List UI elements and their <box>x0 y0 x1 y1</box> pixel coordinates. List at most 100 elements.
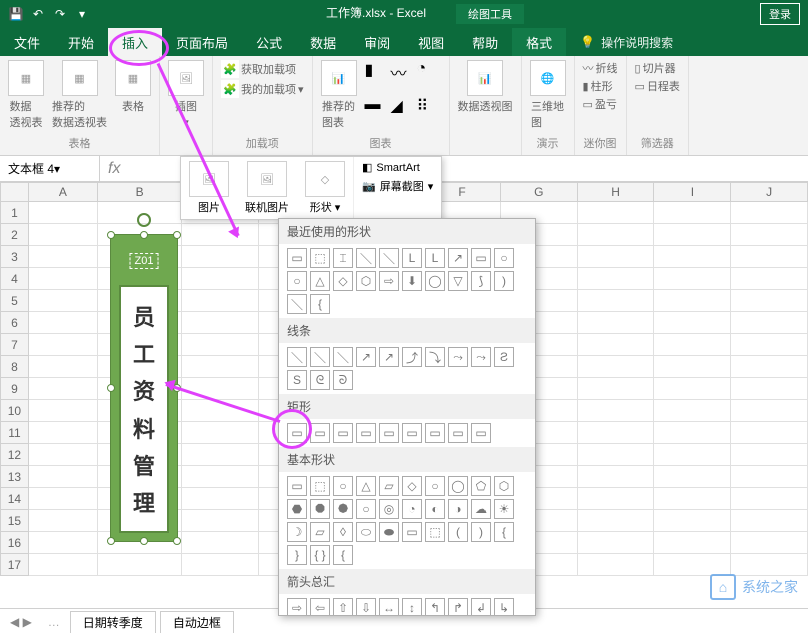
shape-item[interactable]: ▱ <box>310 522 330 542</box>
shape-item[interactable]: ▭ <box>402 423 422 443</box>
resize-handle[interactable] <box>173 537 181 545</box>
shape-item[interactable]: ⇨ <box>287 598 307 616</box>
shape-item[interactable]: ⤴ <box>402 347 422 367</box>
cell[interactable] <box>29 466 98 488</box>
shape-item[interactable]: ↔ <box>379 598 399 616</box>
cell[interactable] <box>29 246 98 268</box>
shape-item[interactable]: ⇧ <box>333 598 353 616</box>
chart-column-icon[interactable]: ▮ <box>365 60 387 78</box>
cell[interactable] <box>654 246 731 268</box>
cell[interactable] <box>731 400 808 422</box>
column-header[interactable]: G <box>501 182 578 202</box>
shape-item[interactable]: ⬇ <box>402 271 422 291</box>
cell[interactable] <box>731 532 808 554</box>
resize-handle[interactable] <box>107 537 115 545</box>
column-header[interactable]: I <box>654 182 731 202</box>
recommended-charts-button[interactable]: 📊推荐的 图表 <box>321 60 357 130</box>
shape-item[interactable]: ◇ <box>333 271 353 291</box>
cell[interactable] <box>29 488 98 510</box>
chart-pie-icon[interactable]: ◔ <box>417 60 439 78</box>
shape-item[interactable]: { <box>333 545 353 565</box>
cell[interactable] <box>29 510 98 532</box>
my-addins-button[interactable]: 🧩我的加载项 ▾ <box>221 80 304 98</box>
shape-item[interactable]: ○ <box>356 499 376 519</box>
recommended-pivot-button[interactable]: ▦推荐的 数据透视表 <box>52 60 107 130</box>
shape-item[interactable]: ⬡ <box>494 476 514 496</box>
shape-item[interactable]: ⟆ <box>471 271 491 291</box>
shapes-button[interactable]: ◇形状 ▾ <box>297 157 353 219</box>
row-header[interactable]: 14 <box>0 488 29 510</box>
cell[interactable] <box>29 202 98 224</box>
shape-item[interactable]: ⇨ <box>379 271 399 291</box>
shape-item[interactable]: ▭ <box>287 476 307 496</box>
cell[interactable] <box>578 422 655 444</box>
login-button[interactable]: 登录 <box>760 3 800 25</box>
tab-home[interactable]: 开始 <box>54 28 108 56</box>
tab-review[interactable]: 审阅 <box>350 28 404 56</box>
cell[interactable] <box>182 422 259 444</box>
row-header[interactable]: 2 <box>0 224 29 246</box>
shape-item[interactable]: ◊ <box>333 522 353 542</box>
tab-help[interactable]: 帮助 <box>458 28 512 56</box>
shape-item[interactable]: ▭ <box>402 522 422 542</box>
row-header[interactable]: 13 <box>0 466 29 488</box>
textbox-shape[interactable]: Z01 员工资 料管理 <box>110 234 178 542</box>
shape-item[interactable]: { <box>494 522 514 542</box>
cell[interactable] <box>578 532 655 554</box>
cell[interactable] <box>182 510 259 532</box>
cell[interactable] <box>731 356 808 378</box>
shape-item[interactable]: ⬠ <box>471 476 491 496</box>
cell[interactable] <box>731 466 808 488</box>
cell[interactable] <box>182 246 259 268</box>
shape-item[interactable]: ⇩ <box>356 598 376 616</box>
cell[interactable] <box>578 444 655 466</box>
shape-item[interactable]: { <box>310 294 330 314</box>
row-header[interactable]: 11 <box>0 422 29 444</box>
shape-item[interactable]: ᘐ <box>333 370 353 390</box>
redo-icon[interactable]: ↷ <box>52 6 68 22</box>
cell[interactable] <box>654 290 731 312</box>
shape-item[interactable]: ▭ <box>287 423 307 443</box>
slicer-button[interactable]: ▯切片器 <box>635 60 676 76</box>
cell[interactable] <box>654 268 731 290</box>
row-header[interactable]: 15 <box>0 510 29 532</box>
cell[interactable] <box>731 268 808 290</box>
chart-area-icon[interactable]: ◢ <box>391 96 413 114</box>
cell[interactable] <box>654 554 731 576</box>
cell[interactable] <box>29 312 98 334</box>
column-header[interactable]: B <box>98 182 182 202</box>
shape-item[interactable]: ◇ <box>402 476 422 496</box>
shape-item[interactable]: ◎ <box>379 499 399 519</box>
shape-item[interactable]: ▱ <box>379 476 399 496</box>
column-header[interactable]: A <box>29 182 98 202</box>
tab-formulas[interactable]: 公式 <box>242 28 296 56</box>
row-header[interactable]: 3 <box>0 246 29 268</box>
cell[interactable] <box>29 378 98 400</box>
cell[interactable] <box>182 378 259 400</box>
shape-item[interactable]: ◔ <box>402 499 422 519</box>
shape-item[interactable]: ⬚ <box>310 248 330 268</box>
row-header[interactable]: 10 <box>0 400 29 422</box>
cell[interactable] <box>731 202 808 224</box>
resize-handle[interactable] <box>107 231 115 239</box>
cell[interactable] <box>29 532 98 554</box>
resize-handle[interactable] <box>107 384 115 392</box>
column-header[interactable]: H <box>578 182 655 202</box>
shape-item[interactable]: ○ <box>494 248 514 268</box>
cell[interactable] <box>578 466 655 488</box>
shape-item[interactable]: △ <box>310 271 330 291</box>
name-box[interactable]: 文本框 4 ▾ <box>0 156 100 181</box>
shape-item[interactable]: ⤳ <box>471 347 491 367</box>
resize-handle[interactable] <box>140 537 148 545</box>
shape-item[interactable]: ⌶ <box>333 248 353 268</box>
shape-item[interactable]: △ <box>356 476 376 496</box>
shape-item[interactable]: ▭ <box>333 423 353 443</box>
cell[interactable] <box>182 224 259 246</box>
cell[interactable] <box>182 532 259 554</box>
shape-item[interactable]: ⬬ <box>379 522 399 542</box>
shape-item[interactable]: ⬚ <box>425 522 445 542</box>
resize-handle[interactable] <box>173 384 181 392</box>
tab-format[interactable]: 格式 <box>512 28 566 56</box>
shape-item[interactable]: ▭ <box>356 423 376 443</box>
shape-item[interactable]: ) <box>471 522 491 542</box>
